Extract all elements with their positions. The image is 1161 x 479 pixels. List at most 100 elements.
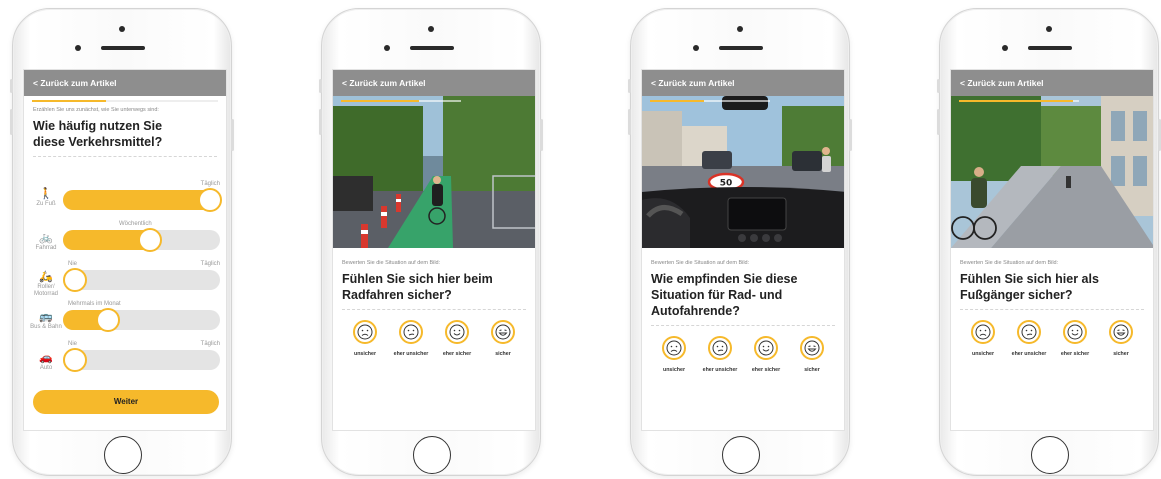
- rating-option-eher-sicher[interactable]: eher sicher: [1053, 320, 1097, 357]
- earpiece-speaker: [410, 46, 454, 50]
- screen-rating-cycling: < Zurück zum Artikel Bewerten Sie die Si…: [332, 69, 536, 431]
- home-button[interactable]: [413, 436, 451, 474]
- walking-frequency-slider[interactable]: [63, 188, 222, 212]
- home-button[interactable]: [1031, 436, 1069, 474]
- safety-rating-options: unsicher eher unsicher eher sicher siche…: [642, 326, 844, 373]
- scooter-frequency-slider[interactable]: [63, 268, 220, 292]
- rating-option-unsicher[interactable]: unsicher: [961, 320, 1005, 357]
- bicycle-frequency-slider[interactable]: [63, 228, 220, 252]
- phone-frame-1: < Zurück zum Artikel Erzählen Sie uns zu…: [10, 8, 234, 476]
- slider-min-label: Nie: [68, 341, 78, 347]
- proximity-sensor: [1002, 45, 1008, 51]
- survey-question: Fühlen Sie sich hier als Fußgänger siche…: [960, 272, 1099, 302]
- grinning-face-icon[interactable]: [491, 320, 515, 344]
- rating-option-label: eher unsicher: [702, 367, 738, 373]
- rating-option-label: unsicher: [662, 367, 686, 373]
- smiling-face-icon[interactable]: [754, 336, 778, 360]
- front-camera: [428, 26, 434, 32]
- frowning-face-icon[interactable]: [353, 320, 377, 344]
- frowning-face-icon[interactable]: [662, 336, 686, 360]
- frequency-slider-list: Täglich 🚶 Zu Fuß Wöchentlich 🚲 Fahrrad N…: [24, 176, 226, 376]
- rating-option-sicher[interactable]: sicher: [1099, 320, 1143, 357]
- situation-photo-sidewalk: [951, 96, 1153, 248]
- scooter-icon: 🛵: [39, 271, 53, 283]
- sidewalk-illustration: [951, 96, 1153, 248]
- smiling-face-icon[interactable]: [445, 320, 469, 344]
- smiling-face-icon[interactable]: [1063, 320, 1087, 344]
- mode-label-bus: 🚌 Bus & Bahn: [26, 311, 66, 331]
- grinning-face-icon[interactable]: [800, 336, 824, 360]
- screen-rating-driving: < Zurück zum Artikel 50 Bewerten Sie die…: [641, 69, 845, 431]
- rating-option-eher-sicher[interactable]: eher sicher: [744, 336, 788, 373]
- earpiece-speaker: [719, 46, 763, 50]
- frowning-face-icon[interactable]: [971, 320, 995, 344]
- rating-option-label: eher unsicher: [393, 351, 429, 357]
- rating-option-sicher[interactable]: sicher: [481, 320, 525, 357]
- rating-option-label: eher sicher: [751, 367, 781, 373]
- screen-rating-walking: < Zurück zum Artikel Bewerten Sie die Si…: [950, 69, 1154, 431]
- slider-row-bus: Mehrmals im Monat 🚌 Bus & Bahn: [24, 296, 226, 336]
- skeptical-face-icon[interactable]: [399, 320, 423, 344]
- mute-switch: [10, 79, 13, 93]
- survey-progress-bar: [341, 100, 461, 102]
- mute-switch: [937, 79, 940, 93]
- continue-button[interactable]: Weiter: [33, 390, 219, 414]
- proximity-sensor: [75, 45, 81, 51]
- volume-up-button: [10, 109, 13, 135]
- volume-up-button: [319, 109, 322, 135]
- home-button[interactable]: [722, 436, 760, 474]
- situation-photo-car-view: 50: [642, 96, 844, 248]
- rating-option-unsicher[interactable]: unsicher: [343, 320, 387, 357]
- survey-question: Fühlen Sie sich hier beim Radfahren sich…: [342, 272, 493, 302]
- bus-frequency-slider[interactable]: [63, 308, 220, 332]
- survey-intro-text: Erzählen Sie uns zunächst, wie Sie unter…: [33, 107, 159, 113]
- front-camera: [1046, 26, 1052, 32]
- home-button[interactable]: [104, 436, 142, 474]
- rating-option-label: eher sicher: [442, 351, 472, 357]
- mode-label-walking: 🚶 Zu Fuß: [26, 188, 66, 208]
- power-button: [540, 119, 543, 151]
- rating-option-unsicher[interactable]: unsicher: [652, 336, 696, 373]
- phone-frame-2: < Zurück zum Artikel Bewerten Sie die Si…: [319, 8, 543, 476]
- slider-handle[interactable]: [96, 308, 120, 332]
- car-frequency-slider[interactable]: [63, 348, 220, 372]
- slider-max-label: Täglich: [200, 261, 220, 267]
- back-to-article-link[interactable]: < Zurück zum Artikel: [24, 70, 226, 96]
- back-to-article-link[interactable]: < Zurück zum Artikel: [642, 70, 844, 96]
- bus-icon: 🚌: [39, 311, 53, 323]
- safety-rating-options: unsicher eher unsicher eher sicher siche…: [333, 310, 535, 357]
- survey-question: Wie häufig nutzen Sie diese Verkehrsmitt…: [33, 119, 163, 149]
- survey-question: Wie empfinden Sie diese Situation für Ra…: [651, 272, 798, 318]
- back-to-article-link[interactable]: < Zurück zum Artikel: [333, 70, 535, 96]
- rating-intro-text: Bewerten Sie die Situation auf dem Bild:: [960, 260, 1059, 266]
- safety-rating-options: unsicher eher unsicher eher sicher siche…: [951, 310, 1153, 357]
- survey-progress-bar: [650, 100, 770, 102]
- skeptical-face-icon[interactable]: [708, 336, 732, 360]
- rating-option-label: unsicher: [971, 351, 995, 357]
- survey-progress-bar: [959, 100, 1079, 102]
- rating-option-eher-sicher[interactable]: eher sicher: [435, 320, 479, 357]
- slider-handle[interactable]: [198, 188, 222, 212]
- proximity-sensor: [384, 45, 390, 51]
- slider-row-car: Nie Täglich 🚗 Auto: [24, 336, 226, 376]
- slider-handle[interactable]: [63, 268, 87, 292]
- slider-handle[interactable]: [63, 348, 87, 372]
- rating-option-sicher[interactable]: sicher: [790, 336, 834, 373]
- front-camera: [119, 26, 125, 32]
- rating-option-eher-unsicher[interactable]: eher unsicher: [1007, 320, 1051, 357]
- grinning-face-icon[interactable]: [1109, 320, 1133, 344]
- rating-option-eher-unsicher[interactable]: eher unsicher: [389, 320, 433, 357]
- slider-value-label: Mehrmals im Monat: [68, 301, 121, 307]
- back-to-article-link[interactable]: < Zurück zum Artikel: [951, 70, 1153, 96]
- screen-frequency-survey: < Zurück zum Artikel Erzählen Sie uns zu…: [23, 69, 227, 431]
- rating-option-eher-unsicher[interactable]: eher unsicher: [698, 336, 742, 373]
- mute-switch: [628, 79, 631, 93]
- skeptical-face-icon[interactable]: [1017, 320, 1041, 344]
- situation-photo-bike-lane: [333, 96, 535, 248]
- slider-handle[interactable]: [138, 228, 162, 252]
- bicycle-icon: 🚲: [39, 232, 53, 244]
- bike-lane-illustration: [333, 96, 535, 248]
- slider-row-scooter: Nie Täglich 🛵 Roller/ Motorrad: [24, 256, 226, 297]
- earpiece-speaker: [1028, 46, 1072, 50]
- car-icon: 🚗: [39, 352, 53, 364]
